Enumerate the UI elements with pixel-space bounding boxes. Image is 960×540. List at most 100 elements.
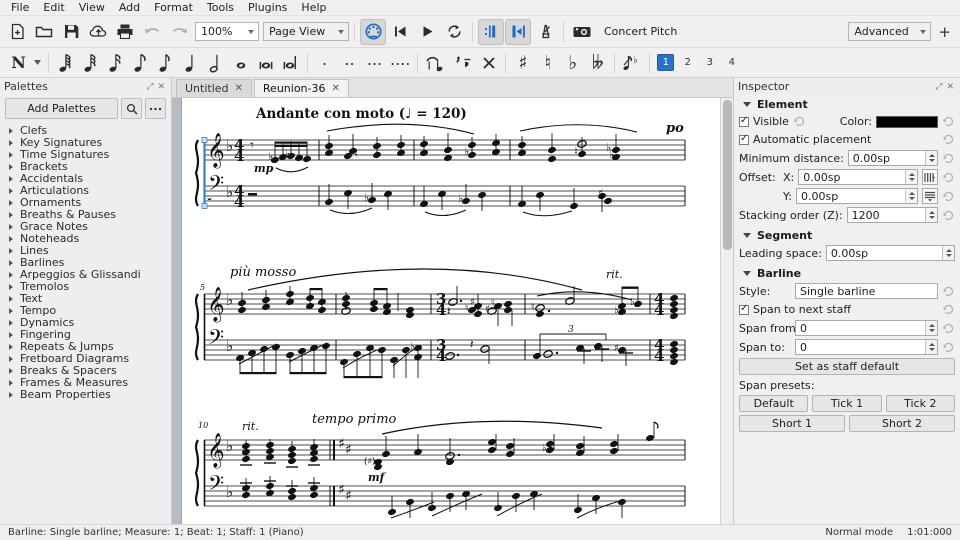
accidental-flat-icon[interactable]: ♭ — [560, 50, 585, 75]
menu-file[interactable]: File — [4, 0, 36, 16]
toggle-metronome-icon[interactable] — [532, 19, 558, 45]
reset-icon[interactable] — [942, 209, 955, 222]
spinner[interactable] — [925, 208, 937, 222]
offset-y-input[interactable]: 0.00sp — [795, 188, 918, 204]
span-to-input[interactable]: 0 — [795, 339, 938, 355]
redo-icon[interactable] — [166, 19, 192, 45]
score-page[interactable]: Andante con moto (♩ = 120) 𝄞 𝄢 ♭ ♭ 4 4 4… — [182, 98, 723, 524]
view-mode-arrow[interactable] — [338, 29, 344, 34]
duration-16th-icon[interactable] — [103, 50, 128, 75]
spinner[interactable] — [925, 340, 937, 354]
reset-icon[interactable] — [942, 303, 955, 316]
voice-1-button[interactable]: 1 — [657, 54, 675, 71]
add-palettes-button[interactable]: Add Palettes — [5, 98, 118, 119]
voice-2-button[interactable]: 2 — [679, 54, 696, 71]
menu-edit[interactable]: Edit — [36, 0, 71, 16]
palettes-close-icon[interactable]: ✕ — [155, 82, 167, 92]
play-icon[interactable] — [414, 19, 440, 45]
reset-icon[interactable] — [942, 190, 955, 203]
dot-single-icon[interactable]: . — [312, 50, 337, 75]
more-options-icon[interactable] — [145, 98, 166, 119]
score-vertical-scrollbar[interactable] — [720, 98, 733, 524]
duration-64th-icon[interactable] — [53, 50, 78, 75]
section-barline-header[interactable]: Barline — [739, 264, 955, 283]
visible-checkbox[interactable]: Visible — [739, 115, 789, 128]
midi-input-icon[interactable] — [360, 18, 386, 45]
menu-tools[interactable]: Tools — [200, 0, 241, 16]
reset-icon[interactable] — [942, 285, 955, 298]
duration-half-icon[interactable] — [203, 50, 228, 75]
palettes-list[interactable]: Clefs Key Signatures Time Signatures Bra… — [0, 123, 171, 524]
preset-tick-2-button[interactable]: Tick 2 — [885, 395, 955, 412]
flip-direction-icon[interactable] — [476, 50, 501, 75]
note-input-button[interactable]: N — [6, 50, 31, 75]
play-repeats-icon[interactable] — [478, 18, 504, 45]
score-notation[interactable]: Andante con moto (♩ = 120) 𝄞 𝄢 ♭ ♭ 4 4 4… — [182, 98, 723, 524]
zoom-dropdown-arrow[interactable] — [248, 29, 254, 34]
scrollbar-thumb[interactable] — [723, 100, 732, 250]
count-in-icon[interactable] — [505, 18, 531, 45]
reset-icon[interactable] — [942, 322, 955, 335]
tab-reunion-36[interactable]: Reunion-36 ✕ — [253, 79, 349, 97]
zoom-input[interactable]: 100% — [195, 22, 259, 41]
save-online-icon[interactable] — [85, 19, 111, 45]
image-capture-icon[interactable] — [569, 19, 595, 45]
rest-icon[interactable] — [450, 50, 476, 75]
span-from-input[interactable]: 0 — [795, 320, 938, 336]
barline-style-select[interactable]: Single barline — [795, 283, 938, 299]
search-icon[interactable] — [121, 98, 142, 119]
spinner[interactable] — [925, 321, 937, 335]
score-canvas[interactable]: Andante con moto (♩ = 120) 𝄞 𝄢 ♭ ♭ 4 4 4… — [172, 98, 733, 524]
dot-triple-icon[interactable]: ... — [362, 50, 387, 75]
spinner[interactable] — [905, 170, 917, 184]
voice-4-button[interactable]: 4 — [723, 54, 740, 71]
duration-breve-icon[interactable] — [253, 50, 278, 75]
add-workspace-button[interactable]: + — [933, 23, 956, 41]
loop-icon[interactable] — [441, 19, 467, 45]
duration-quarter-icon[interactable] — [178, 50, 203, 75]
grace-note-icon[interactable]: ♭ — [619, 50, 645, 75]
workspace-arrow[interactable] — [920, 29, 927, 34]
inspector-undock-icon[interactable]: ⤢ — [933, 82, 944, 92]
reset-icon[interactable] — [942, 341, 955, 354]
preset-default-button[interactable]: Default — [739, 395, 809, 412]
reset-icon[interactable] — [793, 115, 806, 128]
concert-pitch-label[interactable]: Concert Pitch — [604, 25, 677, 38]
offset-x-input[interactable]: 0.00sp — [798, 169, 918, 185]
palettes-undock-icon[interactable]: ⤢ — [144, 82, 155, 92]
save-score-icon[interactable] — [58, 19, 84, 45]
preset-tick-1-button[interactable]: Tick 1 — [812, 395, 882, 412]
leading-space-input[interactable]: 0.00sp — [825, 245, 955, 261]
print-icon[interactable] — [112, 19, 138, 45]
open-score-icon[interactable] — [31, 19, 57, 45]
menu-help[interactable]: Help — [294, 0, 333, 16]
automatic-placement-checkbox[interactable]: Automatic placement — [739, 133, 871, 146]
reset-icon[interactable] — [942, 152, 955, 165]
tie-icon[interactable] — [422, 50, 450, 75]
duration-32nd-icon[interactable] — [78, 50, 103, 75]
preset-short-1-button[interactable]: Short 1 — [739, 415, 845, 432]
spinner[interactable] — [925, 151, 937, 165]
menu-plugins[interactable]: Plugins — [241, 0, 294, 16]
duration-eighth-alt-icon[interactable] — [153, 50, 178, 75]
menu-format[interactable]: Format — [147, 0, 200, 16]
section-segment-header[interactable]: Segment — [739, 226, 955, 245]
tab-untitled[interactable]: Untitled ✕ — [176, 79, 252, 97]
palette-item-beam-properties[interactable]: Beam Properties — [0, 389, 171, 401]
menu-add[interactable]: Add — [112, 0, 147, 16]
view-mode-select[interactable]: Page View — [263, 22, 349, 41]
span-to-next-staff-checkbox[interactable]: Span to next staff — [739, 303, 851, 316]
horizontal-offset-icon[interactable] — [922, 169, 938, 185]
duration-longa-icon[interactable] — [278, 50, 303, 75]
preset-short-2-button[interactable]: Short 2 — [849, 415, 955, 432]
inspector-close-icon[interactable]: ✕ — [944, 82, 956, 92]
reset-icon[interactable] — [942, 171, 955, 184]
rewind-icon[interactable] — [387, 19, 413, 45]
section-element-header[interactable]: Element — [739, 95, 955, 114]
spinner[interactable] — [905, 189, 917, 203]
reset-icon[interactable] — [942, 115, 955, 128]
dot-double-icon[interactable]: .. — [337, 50, 362, 75]
undo-icon[interactable] — [139, 19, 165, 45]
new-score-icon[interactable] — [4, 19, 30, 45]
duration-eighth-icon[interactable] — [128, 50, 153, 75]
